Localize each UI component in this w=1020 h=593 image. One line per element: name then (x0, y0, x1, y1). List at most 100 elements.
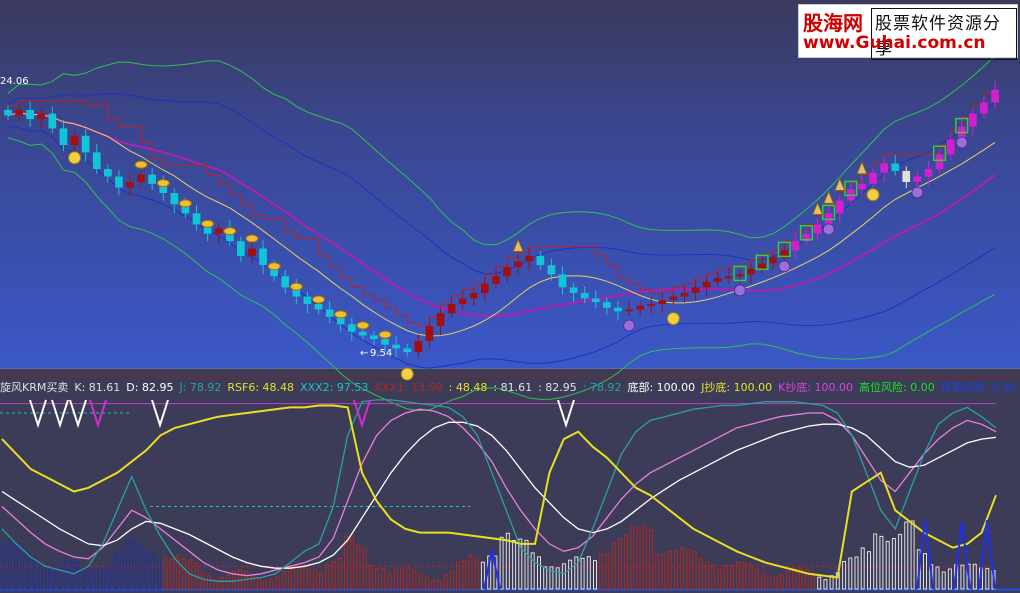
candle-body (791, 241, 800, 251)
candle-body (625, 309, 633, 312)
warning-face-icon (911, 186, 924, 199)
candle-body (15, 109, 23, 116)
candle-body (115, 176, 123, 188)
candle-body (536, 255, 545, 266)
indicator-value-15: 背离风险: 0.00 (940, 381, 1017, 394)
gold-ingot-icon (178, 199, 192, 208)
candle-body (913, 176, 922, 182)
indicator-value-4: RSF6: 48.48 (227, 381, 295, 394)
price-high-label: 24.06 (0, 76, 29, 87)
gold-ingot-icon (245, 234, 259, 243)
candle-body (525, 255, 534, 262)
candle-body (736, 274, 744, 277)
candle-body (891, 163, 900, 171)
candle-body (214, 228, 223, 234)
candle-body (580, 292, 589, 299)
chart-canvas[interactable]: 24.06 9.54 ← (0, 0, 1020, 593)
candle-body (669, 296, 678, 301)
candle-body (603, 302, 611, 308)
candle-body (303, 296, 312, 304)
gold-ingot-icon (201, 219, 215, 228)
candle-body (902, 170, 911, 182)
candle-body (92, 152, 101, 169)
gold-ingot-icon (289, 282, 303, 291)
candle-body (591, 298, 600, 303)
candle-body (647, 304, 656, 306)
candle-body (514, 261, 522, 267)
candle-body (835, 200, 844, 214)
watermark-url: www.Guhai.com.cn (803, 33, 986, 53)
indicator-value-7: : 48.48 (448, 381, 488, 394)
candle-body (946, 139, 955, 155)
candle-body (425, 326, 434, 341)
candle-body (104, 169, 112, 177)
indicator-value-1: K: 81.61 (74, 381, 121, 394)
indicator-value-2: D: 82.95 (126, 381, 174, 394)
indicator-value-9: : 82.95 (538, 381, 577, 394)
indicator-value-0: 旋风KRM买卖 (0, 381, 69, 394)
candle-body (447, 304, 456, 314)
candle-body (614, 307, 622, 312)
candle-body (392, 344, 400, 349)
indicator-value-5: XXX2: 97.53 (300, 381, 369, 394)
indicator-header: 旋风KRM买卖 K: 81.61 D: 82.95 J: 78.92 RSF6: 48.… (0, 379, 1020, 395)
candle-body (359, 331, 367, 336)
candle-body (769, 257, 778, 264)
low-arrow-icon: ← (360, 348, 368, 359)
candle-body (547, 265, 556, 275)
candle-body (492, 276, 500, 284)
candle-body (725, 276, 733, 279)
candle-body (469, 292, 478, 299)
stock-chart-screen: 24.06 9.54 ← 旋风KRM买卖 K: 81.61 D: 82.95 J: 7… (0, 0, 1020, 593)
candle-body (347, 324, 356, 332)
warning-face-icon (733, 284, 746, 297)
candle-body (980, 102, 988, 114)
candle-body (126, 182, 134, 188)
candle-body (436, 313, 445, 327)
warning-face-icon (955, 136, 968, 149)
candle-body (458, 298, 467, 304)
candle-body (702, 281, 711, 288)
candle-body (658, 300, 667, 304)
candle-body (381, 339, 389, 345)
candle-body (81, 135, 90, 153)
gold-ingot-icon (312, 295, 326, 304)
gold-ingot-icon (223, 227, 237, 236)
candle-body (924, 169, 933, 177)
candle-body (325, 309, 334, 317)
candle-body (259, 248, 267, 266)
candle-body (37, 113, 46, 120)
indicator-value-12: J抄底: 100.00 (701, 381, 773, 394)
candle-body (192, 213, 201, 225)
candle-body (880, 163, 888, 173)
indicator-value-10: : 78.92 (582, 381, 622, 394)
gold-ingot-icon (156, 179, 170, 188)
candle-body (758, 263, 766, 269)
price-low-label: 9.54 (370, 348, 392, 359)
candle-body (691, 287, 700, 293)
warning-face-icon (778, 260, 791, 273)
indicator-value-14: 高位风险: 0.00 (859, 381, 935, 394)
candle-body (680, 292, 689, 297)
candle-body (70, 135, 79, 145)
smiley-icon (68, 151, 82, 165)
candle-body (170, 193, 179, 205)
candle-body (137, 174, 145, 182)
candle-body (713, 278, 722, 282)
watermark-logo: 股海网 股票软件资源分享 www.Guhai.com.cn (798, 4, 1018, 60)
gold-ingot-icon (378, 330, 392, 339)
candle-body (813, 224, 822, 234)
candle-body (969, 113, 977, 127)
candle-body (569, 287, 578, 293)
candle-body (281, 276, 290, 288)
gold-ingot-icon (356, 321, 370, 330)
candle-body (636, 305, 644, 310)
candle-body (403, 348, 412, 353)
candle-body (59, 128, 68, 145)
candle-body (858, 183, 866, 190)
candle-body (991, 89, 999, 103)
indicator-value-13: K抄底: 100.00 (778, 381, 854, 394)
candle-body (237, 241, 245, 256)
smiley-icon (866, 188, 880, 202)
candle-body (148, 174, 156, 184)
